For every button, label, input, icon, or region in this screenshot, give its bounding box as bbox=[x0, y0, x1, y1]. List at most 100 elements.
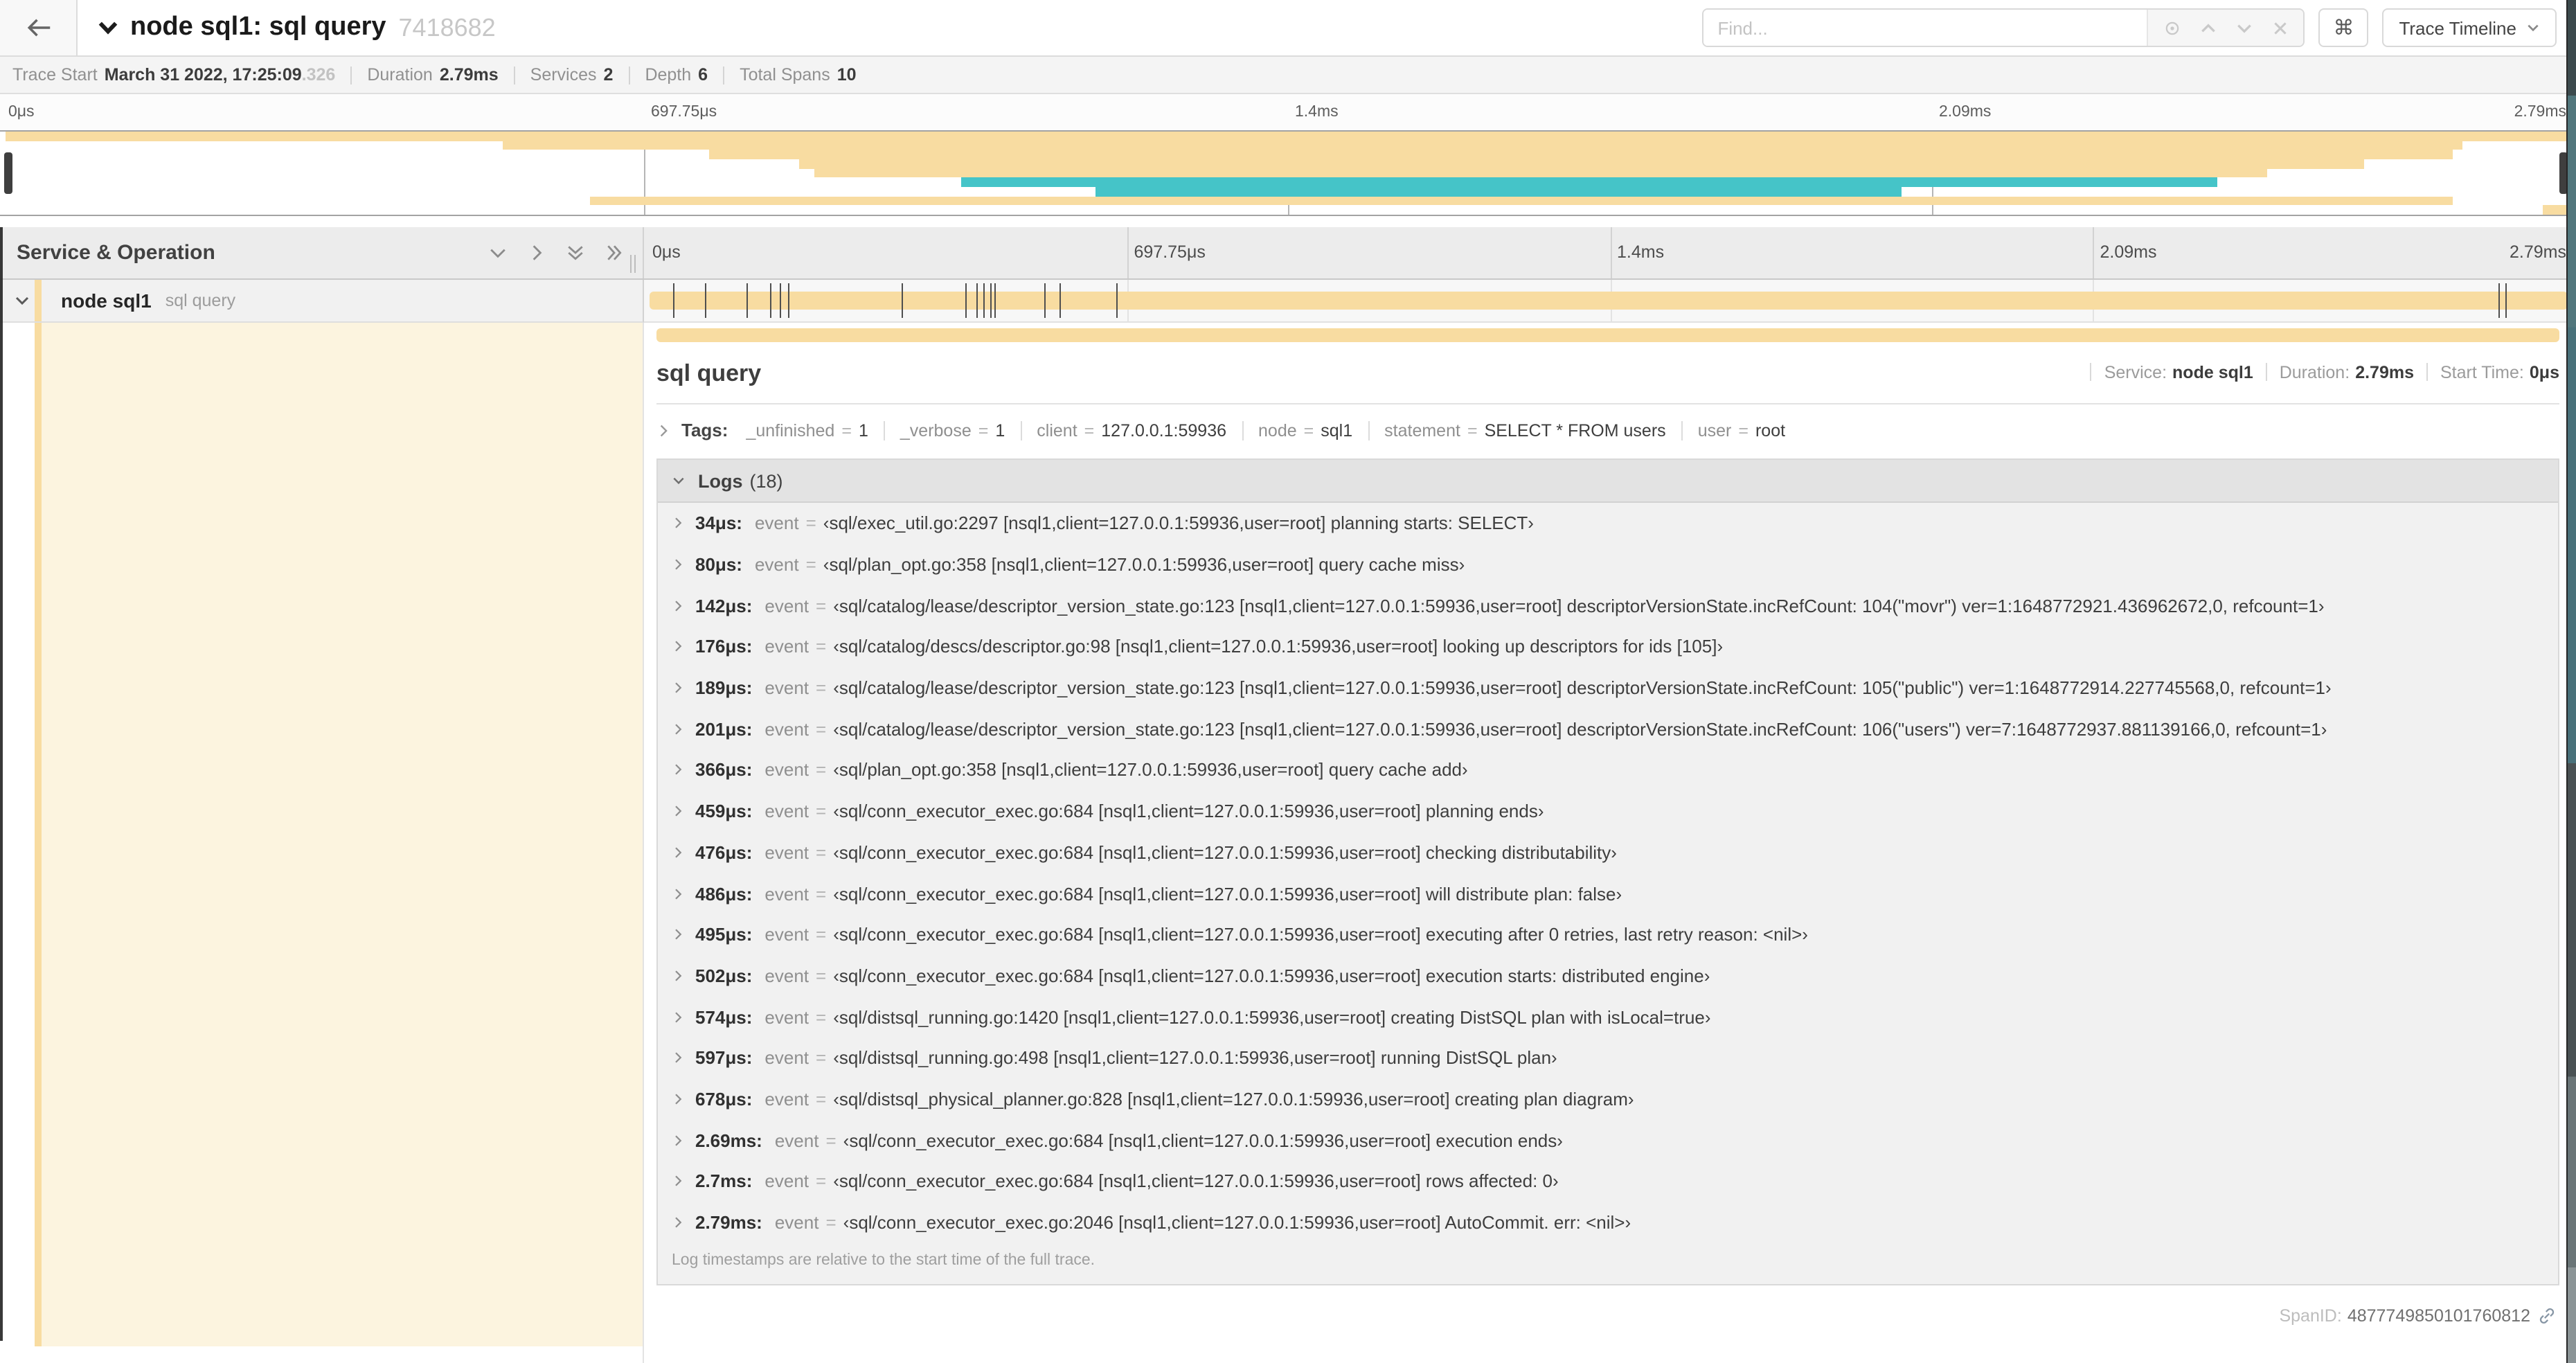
log-row[interactable]: 495μs: event = ‹sql/conn_executor_exec.g… bbox=[658, 914, 2558, 955]
log-marker-tick[interactable] bbox=[1116, 283, 1118, 318]
log-row[interactable]: 459μs: event = ‹sql/conn_executor_exec.g… bbox=[658, 791, 2558, 832]
log-marker-tick[interactable] bbox=[704, 283, 706, 318]
log-row[interactable]: 366μs: event = ‹sql/plan_opt.go:358 [nsq… bbox=[658, 749, 2558, 790]
log-timestamp: 80μs: bbox=[695, 554, 742, 576]
tick-label: 2.09ms bbox=[1939, 104, 1992, 121]
log-row[interactable]: 34μs: event = ‹sql/exec_util.go:2297 [ns… bbox=[658, 503, 2558, 544]
meta-label: Service: bbox=[2104, 362, 2167, 382]
summary-item: Services 2 bbox=[530, 65, 645, 84]
log-marker-tick[interactable] bbox=[901, 283, 903, 318]
log-marker-tick[interactable] bbox=[672, 283, 674, 318]
minimap-span-bar bbox=[814, 168, 2267, 178]
log-marker-tick[interactable] bbox=[779, 283, 781, 318]
log-field-key: event bbox=[764, 1047, 810, 1069]
chevron-right-icon bbox=[675, 559, 682, 570]
next-match-icon[interactable] bbox=[2228, 12, 2259, 43]
log-row[interactable]: 189μs: event = ‹sql/catalog/lease/descri… bbox=[658, 668, 2558, 709]
log-row[interactable]: 80μs: event = ‹sql/plan_opt.go:358 [nsql… bbox=[658, 544, 2558, 585]
log-marker-tick[interactable] bbox=[965, 283, 967, 318]
log-row[interactable]: 476μs: event = ‹sql/conn_executor_exec.g… bbox=[658, 832, 2558, 873]
tag-value: root bbox=[1755, 420, 1786, 440]
log-equals: = bbox=[816, 1170, 827, 1192]
summary-value: 10 bbox=[837, 65, 857, 84]
prev-match-icon[interactable] bbox=[2192, 12, 2223, 43]
keyboard-shortcuts-button[interactable]: ⌘ bbox=[2318, 8, 2369, 47]
link-icon[interactable] bbox=[2537, 1307, 2557, 1326]
log-field-value: ‹sql/catalog/lease/descriptor_version_st… bbox=[833, 677, 2332, 699]
summary-value-suffix: .326 bbox=[301, 65, 336, 84]
log-marker-tick[interactable] bbox=[990, 283, 992, 318]
divider bbox=[1681, 420, 1683, 440]
log-field-key: event bbox=[754, 554, 799, 576]
column-resizer-grip[interactable] bbox=[630, 255, 640, 273]
back-button[interactable] bbox=[0, 0, 78, 55]
timeline-tick-header: 0μs 697.75μs 1.4ms 2.09ms 2.79ms bbox=[644, 227, 2576, 278]
chevron-down-icon[interactable] bbox=[14, 292, 30, 309]
log-row[interactable]: 2.7ms: event = ‹sql/conn_executor_exec.g… bbox=[658, 1161, 2558, 1202]
log-timestamp: 142μs: bbox=[695, 595, 753, 616]
span-bar-cell[interactable] bbox=[644, 280, 2576, 323]
logs-header[interactable]: Logs (18) bbox=[658, 460, 2558, 503]
chevron-down-icon[interactable] bbox=[97, 17, 119, 39]
log-marker-tick[interactable] bbox=[994, 283, 996, 318]
log-marker-tick[interactable] bbox=[1044, 283, 1046, 318]
tag-equals: = bbox=[1738, 420, 1748, 440]
span-id-value: 4877749850101760812 bbox=[2347, 1306, 2530, 1326]
divider bbox=[1368, 420, 1370, 440]
log-marker-tick[interactable] bbox=[983, 283, 985, 318]
log-marker-tick[interactable] bbox=[770, 283, 772, 318]
expand-one-icon[interactable] bbox=[528, 244, 546, 262]
tag-item: client = 127.0.0.1:59936 bbox=[1037, 420, 1258, 440]
log-row[interactable]: 597μs: event = ‹sql/distsql_running.go:4… bbox=[658, 1037, 2558, 1078]
log-timestamp: 502μs: bbox=[695, 965, 753, 986]
locate-match-icon[interactable] bbox=[2156, 12, 2187, 43]
log-row[interactable]: 201μs: event = ‹sql/catalog/lease/descri… bbox=[658, 709, 2558, 749]
log-row[interactable]: 574μs: event = ‹sql/distsql_running.go:1… bbox=[658, 997, 2558, 1037]
log-equals: = bbox=[816, 1088, 827, 1110]
jaeger-trace-page: node sql1: sql query 7418682 ⌘ Trace Tim… bbox=[0, 0, 2576, 1363]
log-row[interactable]: 486μs: event = ‹sql/conn_executor_exec.g… bbox=[658, 873, 2558, 914]
log-marker-tick[interactable] bbox=[1059, 283, 1062, 318]
tag-key: statement bbox=[1384, 420, 1460, 440]
log-field-key: event bbox=[774, 1212, 819, 1233]
log-marker-tick[interactable] bbox=[746, 283, 749, 318]
minimap-span-bar bbox=[960, 177, 2218, 187]
summary-value: 6 bbox=[698, 65, 708, 84]
expand-all-icon[interactable] bbox=[605, 244, 623, 262]
log-row[interactable]: 2.69ms: event = ‹sql/conn_executor_exec.… bbox=[658, 1120, 2558, 1161]
log-equals: = bbox=[816, 595, 827, 616]
title-bar: node sql1: sql query 7418682 ⌘ Trace Tim… bbox=[0, 0, 2576, 57]
tick-label: 1.4ms bbox=[1617, 242, 1665, 262]
log-marker-tick[interactable] bbox=[787, 283, 789, 318]
log-field-key: event bbox=[764, 677, 810, 699]
minimap-span-bar bbox=[708, 150, 2453, 159]
collapse-one-icon[interactable] bbox=[489, 244, 507, 262]
summary-label: Services bbox=[530, 65, 597, 84]
minimap-left-scrubber[interactable] bbox=[4, 152, 12, 194]
log-timestamp: 2.69ms: bbox=[695, 1130, 762, 1151]
log-field-key: event bbox=[764, 841, 810, 863]
clear-find-icon[interactable] bbox=[2264, 12, 2295, 43]
divider bbox=[723, 66, 725, 84]
chevron-down-icon bbox=[2528, 24, 2539, 32]
chevron-right-icon bbox=[675, 641, 682, 652]
collapse-all-icon[interactable] bbox=[566, 244, 584, 262]
log-equals: = bbox=[816, 1006, 827, 1028]
trace-view-selector[interactable]: Trace Timeline bbox=[2382, 8, 2557, 47]
detail-span-accent-bar bbox=[656, 328, 2559, 342]
find-input[interactable] bbox=[1703, 10, 2147, 46]
log-field-key: event bbox=[764, 883, 810, 905]
log-marker-tick[interactable] bbox=[2505, 283, 2507, 318]
log-marker-tick[interactable] bbox=[976, 283, 978, 318]
log-row[interactable]: 142μs: event = ‹sql/catalog/lease/descri… bbox=[658, 585, 2558, 626]
minimap-canvas[interactable] bbox=[0, 130, 2576, 216]
tag-key: user bbox=[1697, 420, 1732, 440]
log-marker-tick[interactable] bbox=[2498, 283, 2501, 318]
tags-row[interactable]: Tags: _unfinished = 1 _verbose = 1 clien… bbox=[656, 420, 2559, 440]
log-row[interactable]: 678μs: event = ‹sql/distsql_physical_pla… bbox=[658, 1078, 2558, 1119]
log-row[interactable]: 176μs: event = ‹sql/catalog/descs/descri… bbox=[658, 626, 2558, 667]
meta-value: 2.79ms bbox=[2355, 362, 2414, 382]
log-row[interactable]: 502μs: event = ‹sql/conn_executor_exec.g… bbox=[658, 955, 2558, 996]
span-name-cell[interactable]: node sql1 sql query bbox=[0, 280, 644, 323]
log-row[interactable]: 2.79ms: event = ‹sql/conn_executor_exec.… bbox=[658, 1202, 2558, 1242]
